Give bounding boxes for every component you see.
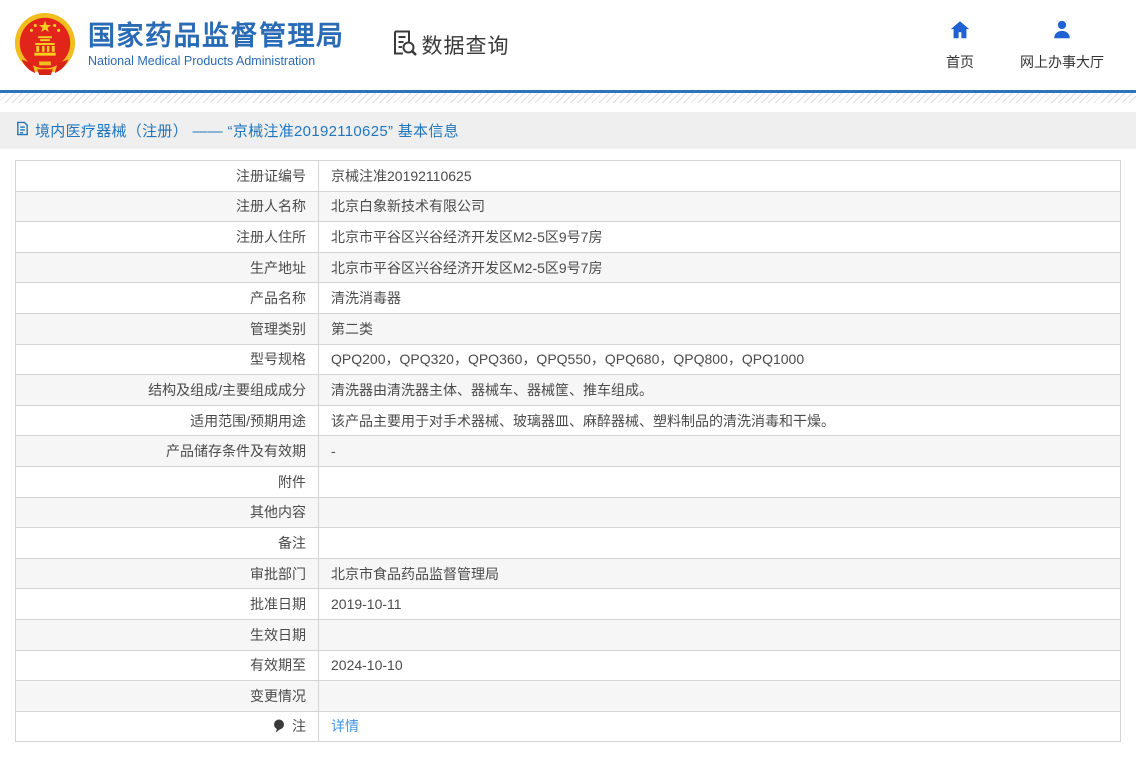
row-label: 型号规格 [250, 351, 306, 367]
nav-service-hall-label: 网上办事大厅 [1020, 52, 1104, 72]
row-value: 京械注准20192110625 [331, 168, 472, 184]
document-search-icon [389, 28, 419, 63]
row-label: 备注 [278, 535, 306, 551]
nav-item-home[interactable]: 首页 [946, 19, 974, 72]
row-value: 清洗消毒器 [331, 290, 401, 306]
row-label: 注册人住所 [236, 229, 306, 245]
nav-item-service-hall[interactable]: 网上办事大厅 [1020, 19, 1104, 72]
row-label: 管理类别 [250, 321, 306, 337]
top-nav: 首页 网上办事大厅 [946, 19, 1104, 72]
table-row: 产品名称 清洗消毒器 [16, 283, 1121, 314]
row-label: 生效日期 [250, 627, 306, 643]
row-value: - [331, 443, 336, 459]
row-label: 产品名称 [250, 290, 306, 306]
info-table-body: 注册证编号 京械注准20192110625 注册人名称 北京白象新技术有限公司 [16, 161, 1121, 742]
table-row: 注 详情 [16, 711, 1121, 742]
table-row: 适用范围/预期用途 该产品主要用于对手术器械、玻璃器皿、麻醉器械、塑料制品的清洗… [16, 405, 1121, 436]
row-label: 有效期至 [250, 657, 306, 673]
table-row: 注册人名称 北京白象新技术有限公司 [16, 191, 1121, 222]
row-label: 注 [292, 718, 306, 734]
row-label: 结构及组成/主要组成成分 [148, 382, 306, 398]
data-query-section[interactable]: 数据查询 [389, 28, 510, 63]
row-value: 2019-10-11 [331, 596, 402, 612]
row-value: 北京市食品药品监督管理局 [331, 566, 499, 582]
table-row: 其他内容 [16, 497, 1121, 528]
table-row: 注册证编号 京械注准20192110625 [16, 161, 1121, 192]
site-title: 国家药品监督管理局 [88, 22, 345, 52]
row-label: 适用范围/预期用途 [190, 413, 306, 429]
table-row: 注册人住所 北京市平谷区兴谷经济开发区M2-5区9号7房 [16, 222, 1121, 253]
table-row: 管理类别 第二类 [16, 313, 1121, 344]
page-header: 国家药品监督管理局 National Medical Products Admi… [0, 0, 1136, 90]
row-label: 生产地址 [250, 260, 306, 276]
row-value: 北京市平谷区兴谷经济开发区M2-5区9号7房 [331, 229, 602, 245]
site-title-block: 国家药品监督管理局 National Medical Products Admi… [88, 22, 345, 69]
row-value: 该产品主要用于对手术器械、玻璃器皿、麻醉器械、塑料制品的清洗消毒和干燥。 [331, 413, 835, 429]
table-row: 结构及组成/主要组成成分 清洗器由清洗器主体、器械车、器械筐、推车组成。 [16, 375, 1121, 406]
row-label: 变更情况 [250, 688, 306, 704]
table-row: 产品储存条件及有效期 - [16, 436, 1121, 467]
row-value: 清洗器由清洗器主体、器械车、器械筐、推车组成。 [331, 382, 653, 398]
header-divider [0, 90, 1136, 103]
table-row: 型号规格 QPQ200，QPQ320，QPQ360，QPQ550，QPQ680，… [16, 344, 1121, 375]
row-value: QPQ200，QPQ320，QPQ360，QPQ550，QPQ680，QPQ80… [331, 351, 804, 367]
table-row: 批准日期 2019-10-11 [16, 589, 1121, 620]
table-row: 备注 [16, 528, 1121, 559]
table-row: 有效期至 2024-10-10 [16, 650, 1121, 681]
table-row: 附件 [16, 466, 1121, 497]
table-row: 生效日期 [16, 619, 1121, 650]
row-label: 附件 [278, 474, 306, 490]
table-row: 审批部门 北京市食品药品监督管理局 [16, 558, 1121, 589]
table-row: 生产地址 北京市平谷区兴谷经济开发区M2-5区9号7房 [16, 252, 1121, 283]
row-value: 北京市平谷区兴谷经济开发区M2-5区9号7房 [331, 260, 602, 276]
row-label: 注册证编号 [236, 168, 306, 184]
registration-info-table: 注册证编号 京械注准20192110625 注册人名称 北京白象新技术有限公司 [15, 160, 1121, 742]
table-row: 变更情况 [16, 681, 1121, 712]
row-label: 注册人名称 [236, 198, 306, 214]
breadcrumb-text: 境内医疗器械（注册） —— “京械注准20192110625” 基本信息 [35, 120, 459, 141]
national-emblem-logo [12, 11, 78, 79]
row-label: 审批部门 [250, 566, 306, 582]
data-query-label: 数据查询 [422, 30, 510, 60]
row-value: 第二类 [331, 321, 373, 337]
row-value: 2024-10-10 [331, 657, 403, 673]
document-icon [15, 121, 30, 141]
home-icon [949, 19, 971, 46]
row-label: 批准日期 [250, 596, 306, 612]
detail-link[interactable]: 详情 [331, 718, 359, 734]
breadcrumb: 境内医疗器械（注册） —— “京械注准20192110625” 基本信息 [0, 112, 1136, 149]
user-icon [1051, 19, 1073, 46]
row-value: 北京白象新技术有限公司 [331, 198, 485, 214]
nav-home-label: 首页 [946, 52, 974, 72]
row-label: 其他内容 [250, 504, 306, 520]
site-subtitle: National Medical Products Administration [88, 54, 345, 68]
row-label: 产品储存条件及有效期 [166, 443, 306, 459]
note-icon [273, 718, 292, 734]
